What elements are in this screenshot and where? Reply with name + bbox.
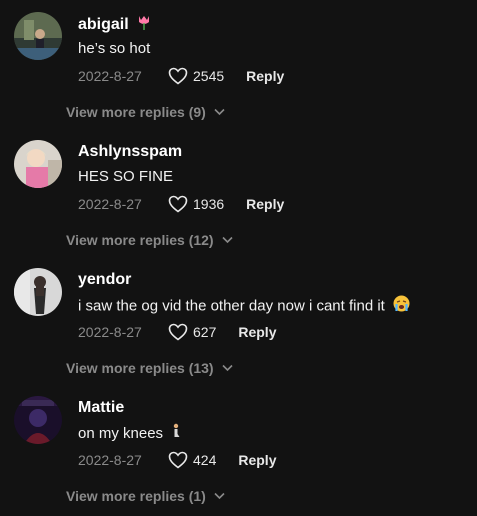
chevron-down-icon [214, 492, 225, 500]
username[interactable]: abigail [78, 14, 151, 36]
view-more-replies-label: View more replies (1) [66, 488, 206, 504]
heart-outline-icon [168, 67, 188, 85]
like-button[interactable]: 1936 [168, 195, 224, 213]
comment-meta: 2022-8-27 1936 Reply [78, 194, 284, 214]
avatar-image [14, 12, 62, 60]
avatar[interactable] [14, 268, 62, 316]
comment-text: HES SO FINE [78, 168, 174, 185]
like-count: 2545 [193, 68, 225, 84]
comment-date: 2022-8-27 [78, 324, 142, 340]
username[interactable]: Ashlynsspam [78, 142, 182, 162]
like-button[interactable]: 627 [168, 323, 216, 341]
comment-date: 2022-8-27 [78, 452, 142, 468]
view-more-replies[interactable]: View more replies (1) [66, 486, 225, 506]
view-more-replies-label: View more replies (12) [66, 232, 214, 248]
avatar[interactable] [14, 140, 62, 188]
username[interactable]: Mattie [78, 398, 124, 418]
reply-button[interactable]: Reply [246, 68, 284, 84]
comment-meta: 2022-8-27 424 Reply [78, 450, 276, 470]
tulip-emoji [137, 14, 151, 36]
heart-outline-icon [168, 195, 188, 213]
comment-text: on my knees [78, 423, 181, 445]
view-more-replies-label: View more replies (9) [66, 104, 206, 120]
avatar-image [14, 268, 62, 316]
avatar-image [14, 396, 62, 444]
heart-outline-icon [168, 323, 188, 341]
like-count: 1936 [193, 196, 225, 212]
like-button[interactable]: 424 [168, 451, 216, 469]
comment-meta: 2022-8-27 627 Reply [78, 322, 276, 342]
comment-date: 2022-8-27 [78, 196, 142, 212]
reply-button[interactable]: Reply [238, 324, 276, 340]
username-text: abigail [78, 16, 129, 34]
comment-date: 2022-8-27 [78, 68, 142, 84]
chevron-down-icon [222, 236, 233, 244]
avatar-image [14, 140, 62, 188]
view-more-replies[interactable]: View more replies (12) [66, 230, 233, 250]
comment-text-content: i saw the og vid the other day now i can… [78, 297, 385, 315]
reply-button[interactable]: Reply [238, 452, 276, 468]
comment-meta: 2022-8-27 2545 Reply [78, 66, 284, 86]
kneeling-person-emoji [171, 423, 181, 445]
avatar[interactable] [14, 396, 62, 444]
view-more-replies-label: View more replies (13) [66, 360, 214, 376]
heart-outline-icon [168, 451, 188, 469]
avatar[interactable] [14, 12, 62, 60]
like-count: 424 [193, 452, 217, 468]
reply-button[interactable]: Reply [246, 196, 284, 212]
comment-text-content: on my knees [78, 424, 164, 442]
comment-text: i saw the og vid the other day now i can… [78, 295, 410, 318]
view-more-replies[interactable]: View more replies (9) [66, 102, 225, 122]
username[interactable]: yendor [78, 270, 131, 290]
like-count: 627 [193, 324, 217, 340]
chevron-down-icon [214, 108, 225, 116]
comment-text: he’s so hot [78, 40, 151, 57]
chevron-down-icon [222, 364, 233, 372]
view-more-replies[interactable]: View more replies (13) [66, 358, 233, 378]
crying-face-emoji [393, 295, 410, 318]
like-button[interactable]: 2545 [168, 67, 224, 85]
